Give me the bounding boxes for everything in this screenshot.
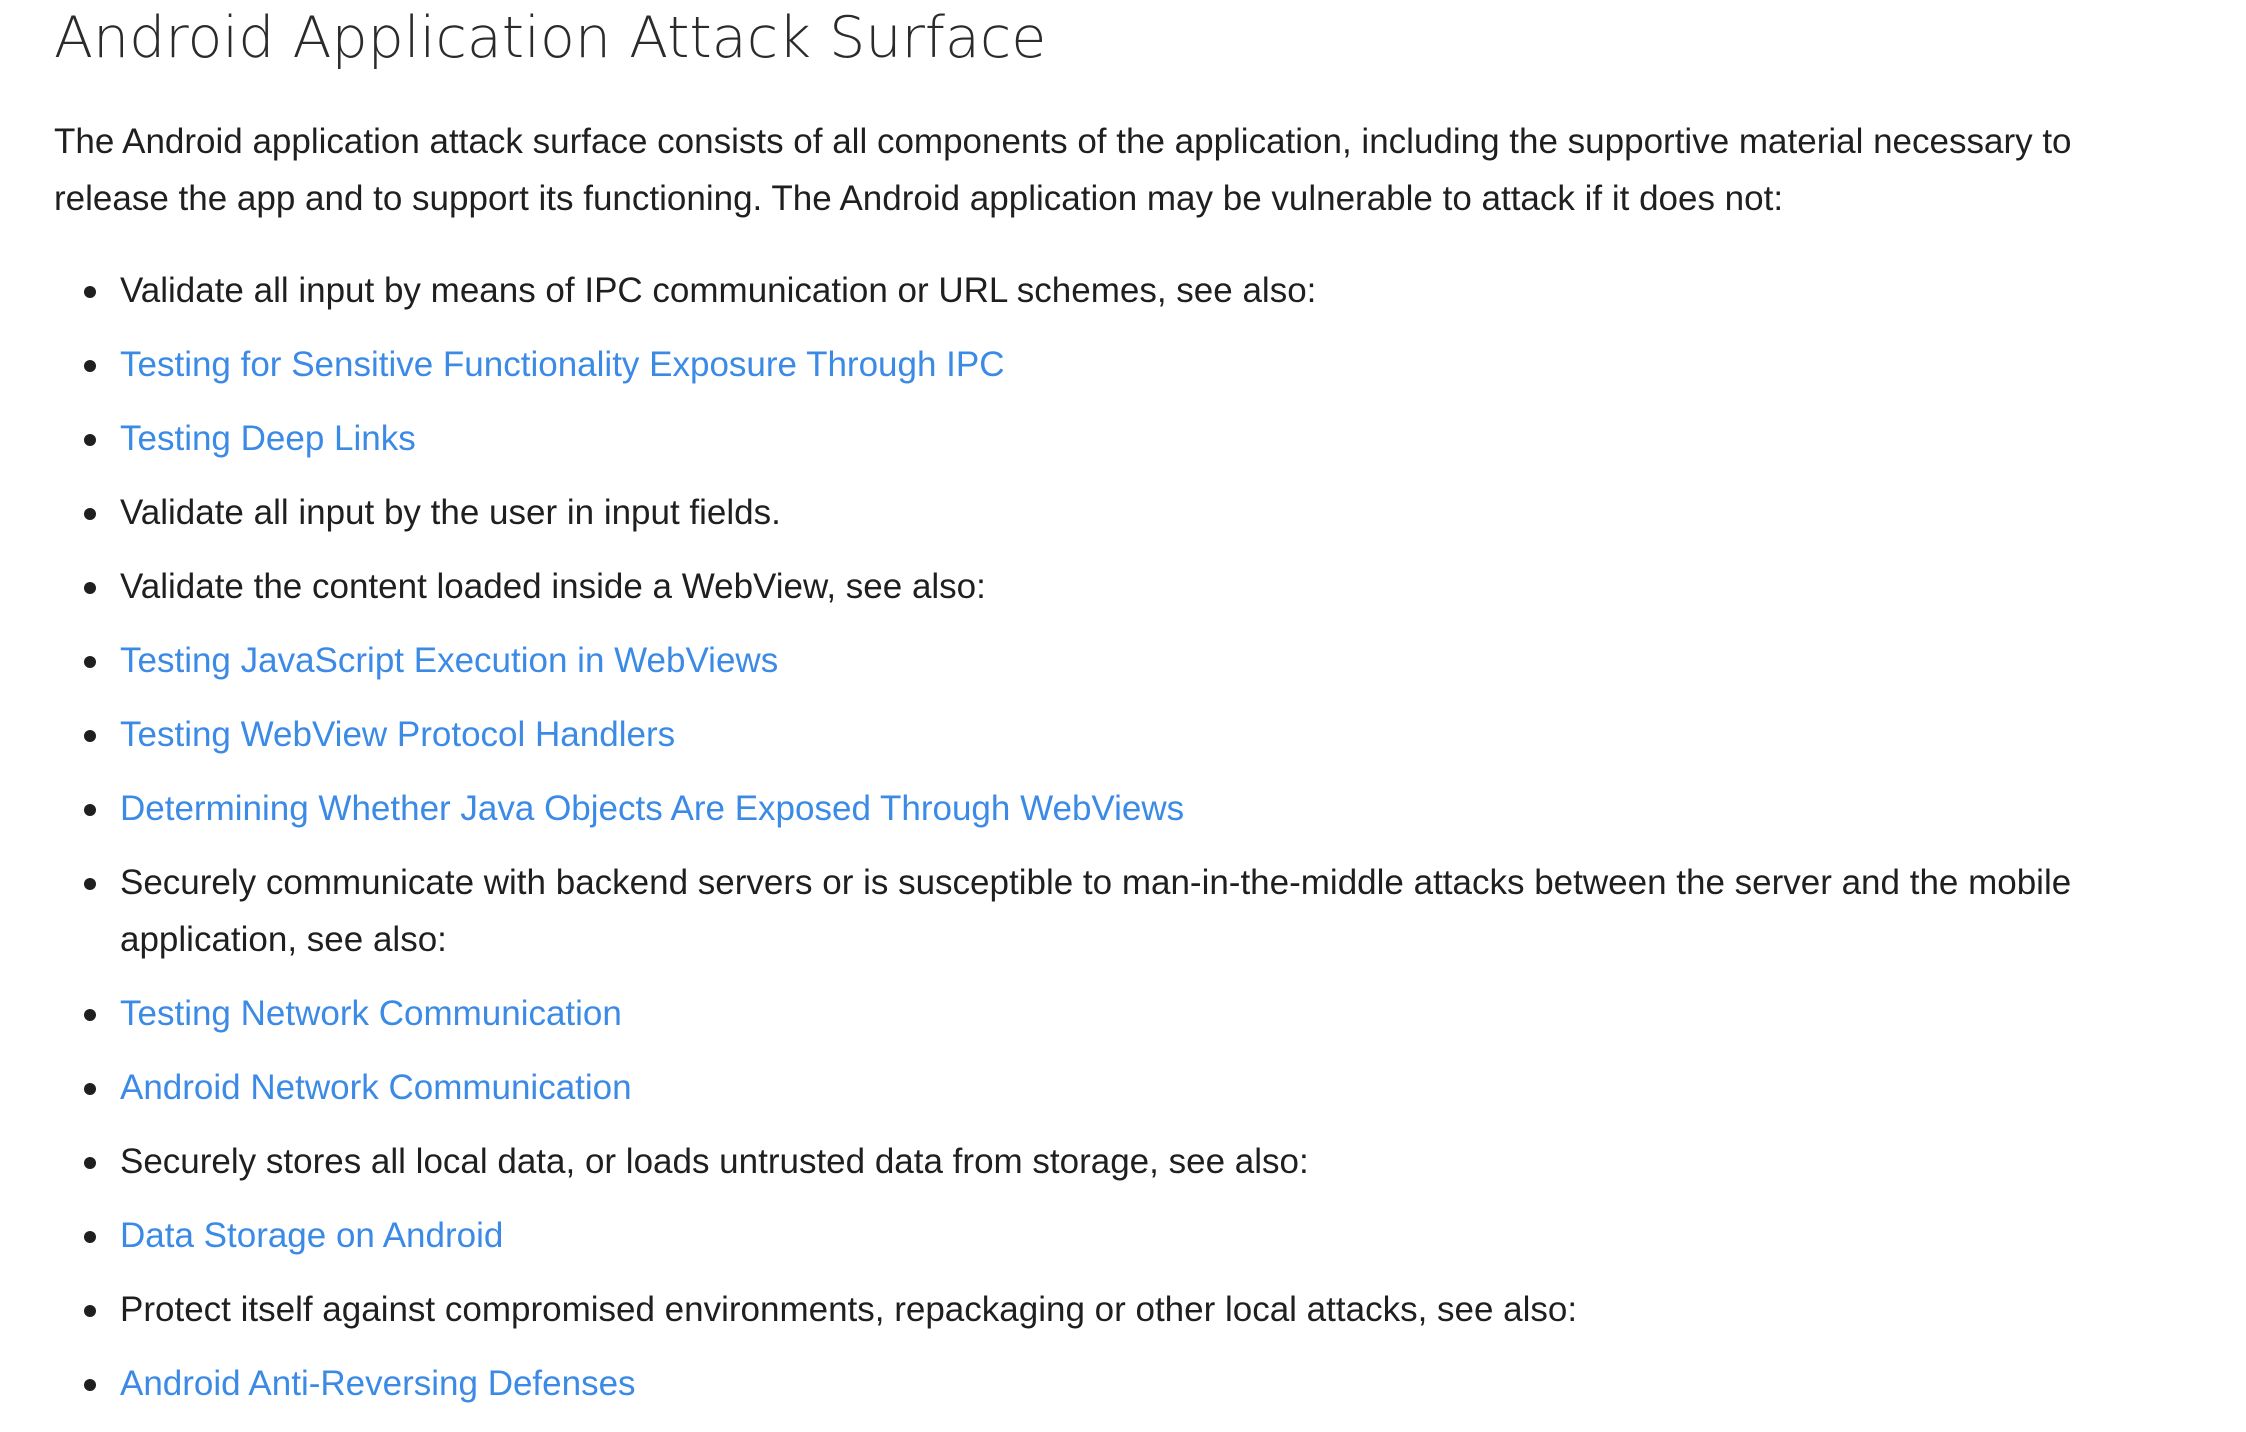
list-item: Validate the content loaded inside a Web… bbox=[0, 558, 2246, 615]
list-item-text: Validate the content loaded inside a Web… bbox=[120, 567, 986, 606]
list-item: Protect itself against compromised envir… bbox=[0, 1281, 2246, 1338]
bullet-icon bbox=[84, 1157, 96, 1169]
link-java-objects-webviews[interactable]: Determining Whether Java Objects Are Exp… bbox=[120, 789, 1184, 828]
bullet-icon bbox=[84, 1231, 96, 1243]
link-android-network-communication[interactable]: Android Network Communication bbox=[120, 1068, 632, 1107]
list-item: Validate all input by means of IPC commu… bbox=[0, 262, 2246, 319]
bullet-icon bbox=[84, 730, 96, 742]
bullet-icon bbox=[84, 582, 96, 594]
link-testing-deep-links[interactable]: Testing Deep Links bbox=[120, 419, 416, 458]
page-title: Android Application Attack Surface bbox=[54, 5, 1047, 71]
list-item: Data Storage on Android bbox=[0, 1207, 2246, 1264]
list-item-text: Validate all input by the user in input … bbox=[120, 493, 781, 532]
list-item: Testing JavaScript Execution in WebViews bbox=[0, 632, 2246, 689]
link-javascript-webviews[interactable]: Testing JavaScript Execution in WebViews bbox=[120, 641, 778, 680]
list-item: Validate all input by the user in input … bbox=[0, 484, 2246, 541]
list-item-text: Protect itself against compromised envir… bbox=[120, 1290, 1578, 1329]
intro-paragraph: The Android application attack surface c… bbox=[54, 122, 2072, 218]
link-testing-network-communication[interactable]: Testing Network Communication bbox=[120, 994, 622, 1033]
link-webview-protocol-handlers[interactable]: Testing WebView Protocol Handlers bbox=[120, 715, 675, 754]
bullet-icon bbox=[84, 360, 96, 372]
bullet-icon bbox=[84, 1379, 96, 1391]
link-data-storage-android[interactable]: Data Storage on Android bbox=[120, 1216, 503, 1255]
list-item: Android Network Communication bbox=[0, 1059, 2246, 1116]
list-item: Securely stores all local data, or loads… bbox=[0, 1133, 2246, 1190]
list-item: Testing Network Communication bbox=[0, 985, 2246, 1042]
bullet-icon bbox=[84, 878, 96, 890]
attack-surface-list: Validate all input by means of IPC commu… bbox=[0, 262, 2246, 1429]
list-item-text: Securely communicate with backend server… bbox=[120, 863, 2072, 959]
document-page: Android Application Attack Surface The A… bbox=[0, 0, 2246, 1432]
bullet-icon bbox=[84, 656, 96, 668]
list-item: Testing WebView Protocol Handlers bbox=[0, 706, 2246, 763]
bullet-icon bbox=[84, 508, 96, 520]
list-item: Android Anti-Reversing Defenses bbox=[0, 1355, 2246, 1412]
link-anti-reversing-defenses[interactable]: Android Anti-Reversing Defenses bbox=[120, 1364, 636, 1403]
bullet-icon bbox=[84, 434, 96, 446]
bullet-icon bbox=[84, 286, 96, 298]
list-item: Determining Whether Java Objects Are Exp… bbox=[0, 780, 2246, 837]
list-item: Testing Deep Links bbox=[0, 410, 2246, 467]
bullet-icon bbox=[84, 1305, 96, 1317]
list-item: Securely communicate with backend server… bbox=[0, 854, 2246, 968]
bullet-icon bbox=[84, 1009, 96, 1021]
link-sensitive-functionality-ipc[interactable]: Testing for Sensitive Functionality Expo… bbox=[120, 345, 1005, 384]
bullet-icon bbox=[84, 804, 96, 816]
list-item-text: Securely stores all local data, or loads… bbox=[120, 1142, 1309, 1181]
list-item: Testing for Sensitive Functionality Expo… bbox=[0, 336, 2246, 393]
bullet-icon bbox=[84, 1083, 96, 1095]
list-item-text: Validate all input by means of IPC commu… bbox=[120, 271, 1317, 310]
